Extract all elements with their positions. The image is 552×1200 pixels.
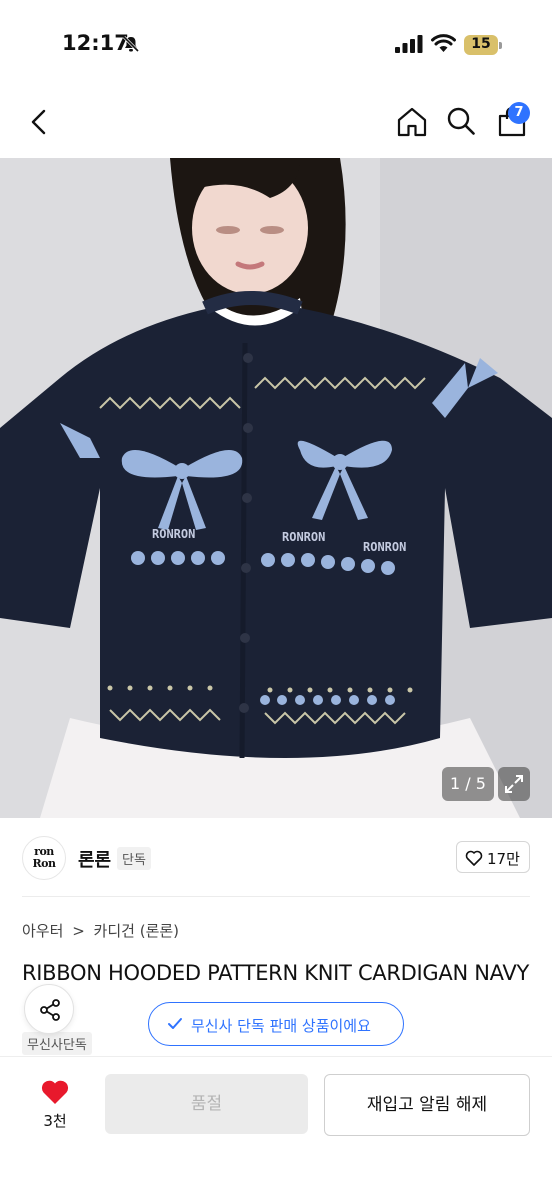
status-bar: 12:17 15	[0, 0, 552, 90]
wishlist-count: 3천	[43, 1112, 67, 1130]
knit-label: RONRON	[363, 540, 406, 554]
wishlist-button[interactable]: 3천	[28, 1076, 82, 1132]
check-icon	[168, 1018, 182, 1029]
home-icon[interactable]	[396, 106, 428, 138]
status-time: 12:17	[62, 31, 129, 55]
breadcrumb-outer[interactable]: 아우터	[22, 922, 63, 940]
brand-logo-text: Ron	[32, 857, 56, 870]
expand-image-button[interactable]	[498, 767, 530, 801]
back-arrow-icon[interactable]	[26, 106, 54, 138]
product-image[interactable]: RONRON RONRON RONRON	[0, 158, 552, 818]
knit-label: RONRON	[282, 530, 325, 544]
cardigan-photo: RONRON RONRON RONRON	[0, 158, 552, 818]
knit-label: RONRON	[152, 527, 195, 541]
signal-icon	[395, 35, 423, 53]
product-title: RIBBON HOODED PATTERN KNIT CARDIGAN NAVY	[22, 961, 529, 985]
battery-level: 15	[471, 36, 491, 52]
exclusive-tag: 단독	[117, 847, 151, 870]
wifi-icon	[431, 34, 456, 52]
heart-filled-icon	[41, 1080, 69, 1104]
heart-outline-icon	[465, 850, 483, 866]
brand-name[interactable]: 론론	[78, 846, 111, 872]
musinsa-exclusive-tag: 무신사단독	[22, 1032, 92, 1055]
divider	[22, 896, 530, 897]
brand-like-button[interactable]: 17만	[456, 841, 530, 873]
soldout-button[interactable]: 품절	[105, 1074, 308, 1134]
brand-logo[interactable]: ron Ron	[22, 836, 66, 880]
image-counter: 1 / 5	[442, 767, 494, 801]
brand-like-count: 17만	[487, 850, 520, 868]
share-button[interactable]	[24, 984, 74, 1034]
expand-icon	[505, 775, 523, 793]
exclusive-notice: 무신사 단독 판매 상품이에요	[148, 1002, 404, 1046]
breadcrumb: 아우터 > 카디건 (론론)	[22, 920, 183, 941]
top-navigation	[0, 90, 552, 158]
cart-count-badge: 7	[508, 102, 530, 124]
breadcrumb-separator: >	[72, 922, 85, 940]
bell-muted-icon	[122, 35, 140, 53]
restock-alert-cancel-button[interactable]: 재입고 알림 해제	[324, 1074, 530, 1136]
breadcrumb-cardigan[interactable]: 카디건 (론론)	[94, 922, 179, 940]
share-icon	[40, 999, 60, 1021]
battery-indicator: 15	[464, 35, 502, 55]
search-icon[interactable]	[446, 105, 476, 137]
exclusive-notice-text: 무신사 단독 판매 상품이에요	[191, 1017, 371, 1035]
